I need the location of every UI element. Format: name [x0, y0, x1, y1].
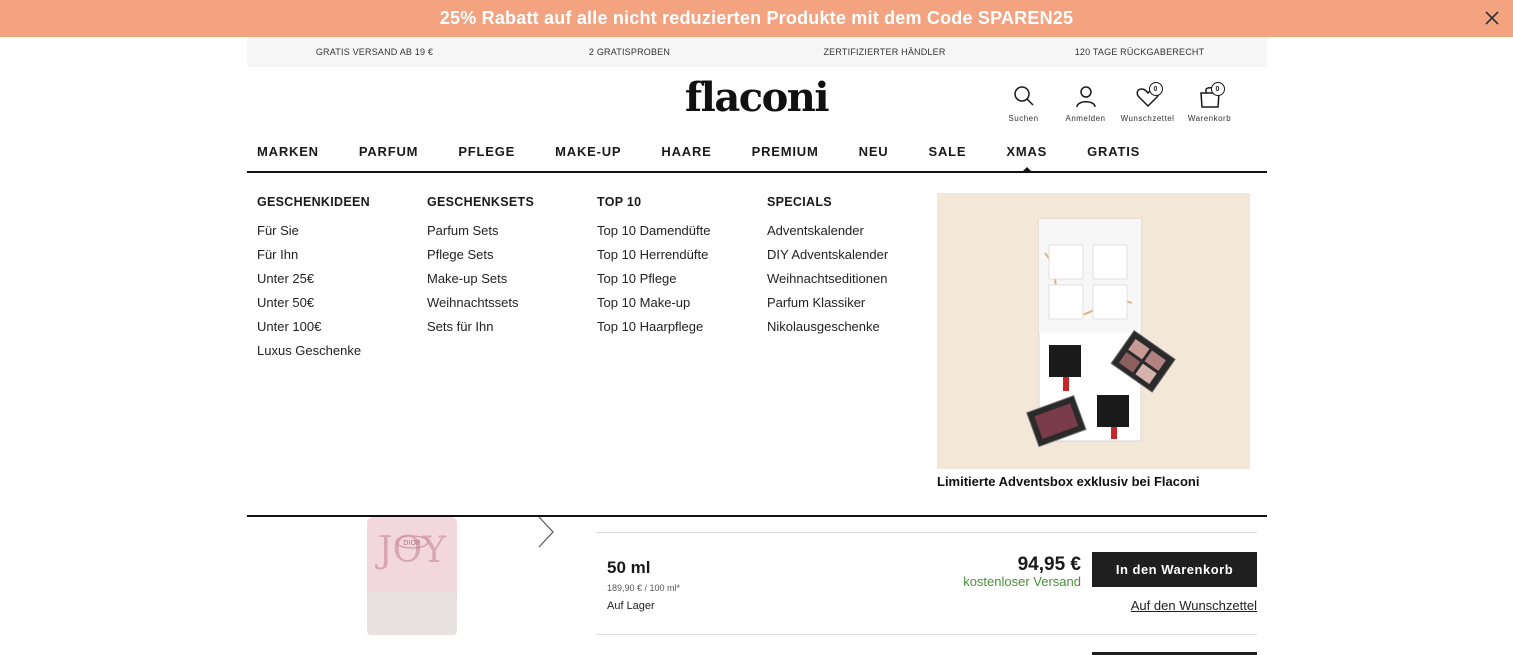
nav-item-marken[interactable]: MARKEN — [257, 142, 319, 171]
bottle-brand-text: DIOR — [403, 539, 421, 547]
nav-item-premium[interactable]: PREMIUM — [752, 142, 819, 171]
menu-link[interactable]: Top 10 Damendüfte — [597, 219, 757, 243]
stock-status: Auf Lager — [607, 600, 655, 612]
perfume-bottle-image: JOY DIOR — [367, 517, 457, 635]
menu-link[interactable]: Parfum Sets — [427, 219, 587, 243]
promo-text: 25% Rabatt auf alle nicht reduzierten Pr… — [439, 8, 1074, 28]
menu-link[interactable]: Top 10 Herrendüfte — [597, 243, 757, 267]
menu-link[interactable]: Top 10 Haarpflege — [597, 315, 757, 339]
variant-unit-price: 189,90 € / 100 ml* — [607, 583, 681, 593]
menu-column-top-10: TOP 10 Top 10 Damendüfte Top 10 Herrendü… — [597, 195, 757, 339]
product-variant-row: 50 ml 189,90 € / 100 ml* Auf Lager 94,95… — [596, 532, 1257, 635]
cart-count-badge: 0 — [1210, 82, 1225, 96]
menu-link[interactable]: Nikolausgeschenke — [767, 315, 927, 339]
nav-item-make-up[interactable]: MAKE-UP — [555, 142, 621, 171]
menu-link[interactable]: Top 10 Pflege — [597, 267, 757, 291]
menu-link[interactable]: Für Sie — [257, 219, 417, 243]
advent-box-promo-image[interactable] — [937, 193, 1250, 469]
menu-link[interactable]: Luxus Geschenke — [257, 339, 417, 363]
promo-banner: 25% Rabatt auf alle nicht reduzierten Pr… — [0, 0, 1513, 37]
usp-item: ZERTIFIZIERTER HÄNDLER — [823, 47, 946, 57]
menu-link[interactable]: Weihnachtssets — [427, 291, 587, 315]
user-icon — [1075, 86, 1096, 108]
wishlist-count-badge: 0 — [1148, 82, 1163, 96]
advent-box-illustration — [1026, 218, 1176, 448]
menu-link[interactable]: DIY Adventskalender — [767, 243, 927, 267]
menu-link[interactable]: Sets für Ihn — [427, 315, 587, 339]
menu-link[interactable]: Weihnachtseditionen — [767, 267, 927, 291]
menu-link[interactable]: Unter 50€ — [257, 291, 417, 315]
menu-link[interactable]: Adventskalender — [767, 219, 927, 243]
menu-heading[interactable]: GESCHENKIDEEN — [257, 195, 417, 209]
close-icon[interactable] — [1483, 9, 1501, 27]
login-button[interactable]: Anmelden — [1058, 84, 1113, 123]
usp-item: 2 GRATISPROBEN — [588, 47, 671, 57]
menu-link[interactable]: Pflege Sets — [427, 243, 587, 267]
search-label: Suchen — [1008, 114, 1039, 123]
nav-item-gratis[interactable]: GRATIS — [1087, 142, 1140, 171]
cart-button[interactable]: 0 Warenkorb — [1182, 82, 1237, 123]
wishlist-label: Wunschzettel — [1120, 114, 1175, 123]
header-actions: Suchen Anmelden 0 Wunschzettel 0 Warenko… — [996, 82, 1237, 123]
promo-caption[interactable]: Limitierte Adventsbox exklusiv bei Flaco… — [937, 474, 1199, 489]
menu-heading[interactable]: TOP 10 — [597, 195, 757, 209]
nav-item-neu[interactable]: NEU — [859, 142, 889, 171]
nav-item-sale[interactable]: SALE — [928, 142, 966, 171]
usp-item: 120 TAGE RÜCKGABERECHT — [1074, 47, 1205, 57]
usp-item: GRATIS VERSAND AB 19 € — [315, 47, 434, 57]
chevron-right-icon[interactable] — [536, 515, 556, 549]
nav-item-pflege[interactable]: PFLEGE — [458, 142, 515, 171]
search-button[interactable]: Suchen — [996, 84, 1051, 123]
xmas-mega-menu: GESCHENKIDEEN Für Sie Für Ihn Unter 25€ … — [247, 173, 1267, 517]
wishlist-button[interactable]: 0 Wunschzettel — [1120, 82, 1175, 123]
shipping-info: kostenloser Versand — [963, 574, 1081, 589]
menu-link[interactable]: Unter 100€ — [257, 315, 417, 339]
nav-item-parfum[interactable]: PARFUM — [359, 142, 418, 171]
nav-item-haare[interactable]: HAARE — [661, 142, 711, 171]
menu-link[interactable]: Parfum Klassiker — [767, 291, 927, 315]
menu-link[interactable]: Für Ihn — [257, 243, 417, 267]
main-navigation: MARKEN PARFUM PFLEGE MAKE-UP HAARE PREMI… — [247, 142, 1267, 173]
site-logo[interactable]: flaconi — [660, 74, 853, 121]
menu-column-geschenkideen: GESCHENKIDEEN Für Sie Für Ihn Unter 25€ … — [257, 195, 417, 363]
variant-size: 50 ml — [607, 558, 651, 577]
menu-link[interactable]: Make-up Sets — [427, 267, 587, 291]
usp-bar: GRATIS VERSAND AB 19 € 2 GRATISPROBEN ZE… — [247, 37, 1267, 67]
menu-heading[interactable]: SPECIALS — [767, 195, 927, 209]
add-to-cart-button[interactable]: In den Warenkorb — [1092, 552, 1257, 587]
menu-column-geschenksets: GESCHENKSETS Parfum Sets Pflege Sets Mak… — [427, 195, 587, 339]
cart-label: Warenkorb — [1187, 114, 1232, 123]
variant-price: 94,95 € — [1017, 554, 1081, 575]
menu-column-specials: SPECIALS Adventskalender DIY Adventskale… — [767, 195, 927, 339]
nav-item-xmas[interactable]: XMAS — [1006, 142, 1047, 173]
login-label: Anmelden — [1065, 114, 1106, 123]
add-to-wishlist-link[interactable]: Auf den Wunschzettel — [1131, 598, 1257, 613]
menu-link[interactable]: Unter 25€ — [257, 267, 417, 291]
menu-heading[interactable]: GESCHENKSETS — [427, 195, 587, 209]
search-icon — [1013, 86, 1034, 106]
menu-link[interactable]: Top 10 Make-up — [597, 291, 757, 315]
